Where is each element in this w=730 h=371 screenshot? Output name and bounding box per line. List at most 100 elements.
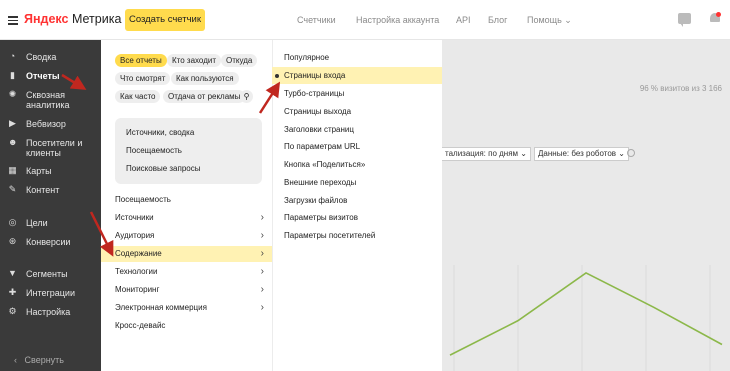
card-link-attendance[interactable]: Посещаемость (126, 146, 182, 155)
sidebar-item-label: Настройка (26, 307, 71, 317)
card-link-search-queries[interactable]: Поисковые запросы (126, 164, 200, 173)
top-header: Яндекс Метрика Создать счетчик Счетчики … (0, 0, 730, 40)
chevron-right-icon: › (260, 230, 264, 241)
chip-how-used[interactable]: Как пользуются (171, 72, 239, 85)
detail-dropdown[interactable]: тализация: по дням ⌄ (442, 147, 531, 161)
chevron-right-icon: › (260, 248, 264, 259)
sidebar-collapse-label: Свернуть (24, 355, 64, 365)
chevron-down-icon: ⌄ (618, 149, 625, 158)
menu-row-cross-device[interactable]: Кросс-девайс (101, 318, 272, 334)
search-icon[interactable]: ⚲ (240, 90, 253, 103)
chevron-left-icon: ‹ (14, 355, 17, 365)
nav-link-account-settings[interactable]: Настройка аккаунта (356, 15, 439, 25)
menu-row-audience[interactable]: Аудитория › (101, 228, 272, 244)
sidebar-collapse-button[interactable]: ‹ Свернуть (14, 355, 64, 365)
logo-product: Метрика (71, 12, 122, 26)
sidebar-item-label: Посетители и клиенты (26, 138, 83, 158)
hamburger-menu-icon[interactable] (8, 16, 18, 25)
submenu-item-file-downloads[interactable]: Загрузки файлов (272, 192, 442, 209)
sidebar-item-label: Контент (26, 185, 60, 195)
notification-bell-icon[interactable] (710, 12, 721, 24)
logo-brand: Яндекс (24, 12, 69, 26)
menu-row-monitoring[interactable]: Мониторинг › (101, 282, 272, 298)
end-to-end-analytics-icon: ✺ (8, 89, 17, 99)
sidebar-item-label: Сегменты (26, 269, 68, 279)
chevron-down-icon: ⌄ (561, 15, 572, 25)
submenu-item-popular[interactable]: Популярное (272, 49, 442, 66)
submenu-item-label: Страницы выхода (284, 107, 352, 116)
menu-row-content[interactable]: Содержание › (101, 246, 272, 262)
chart-series-line (449, 272, 723, 356)
nav-help-label: Помощь (527, 15, 562, 25)
menu-row-label: Электронная коммерция (115, 303, 207, 312)
bar-chart-icon: ▮ (10, 70, 15, 80)
submenu-item-label: Внешние переходы (284, 178, 357, 187)
submenu-item-entry-pages[interactable]: Страницы входа (272, 67, 442, 84)
submenu-item-label: Турбо-страницы (284, 89, 345, 98)
chat-icon[interactable] (678, 13, 691, 27)
active-dot-icon (275, 74, 279, 78)
submenu-item-label: По параметрам URL (284, 142, 361, 151)
chip-what-viewed[interactable]: Что смотрят (115, 72, 171, 85)
visits-sample-text: 96 % визитов из 3 166 (639, 84, 722, 93)
sidebar-item-label: Цели (26, 218, 48, 228)
submenu-item-label: Параметры визитов (284, 213, 358, 222)
submenu-item-label: Заголовки страниц (284, 125, 354, 134)
sidebar-item-label: Вебвизор (26, 119, 66, 129)
menu-row-label: Источники (115, 213, 154, 222)
submenu-item-label: Страницы входа (284, 71, 346, 80)
info-icon[interactable] (627, 149, 635, 157)
chevron-right-icon: › (260, 302, 264, 313)
sidebar-item-label: Отчеты (26, 71, 60, 81)
data-dropdown[interactable]: Данные: без роботов ⌄ (534, 147, 629, 161)
sidebar-item-label: Конверсии (26, 237, 71, 247)
target-icon: ◎ (8, 217, 17, 227)
chip-how-often[interactable]: Как часто (115, 90, 161, 103)
nav-link-api[interactable]: API (456, 15, 471, 25)
menu-row-label: Мониторинг (115, 285, 160, 294)
submenu-item-visit-params[interactable]: Параметры визитов (272, 209, 442, 226)
sidebar-item-label: Карты (26, 166, 52, 176)
menu-row-label: Аудитория (115, 231, 155, 240)
chevron-down-icon: ⌄ (520, 149, 527, 158)
conversion-icon: ⊛ (8, 236, 17, 246)
detail-dropdown-label: тализация: по дням (445, 149, 519, 158)
dashboard-icon: ◔ (9, 51, 16, 61)
sidebar-item-label: Интеграции (26, 288, 75, 298)
logo[interactable]: Яндекс Метрика (24, 12, 121, 26)
puzzle-icon: ✚ (8, 287, 17, 297)
menu-row-label: Кросс-девайс (115, 321, 166, 330)
chip-where-from[interactable]: Откуда (221, 54, 258, 67)
chip-ad-return[interactable]: Отдача от рекламы (163, 90, 246, 103)
submenu-item-turbo-pages[interactable]: Турбо-страницы (272, 85, 442, 102)
create-counter-button[interactable]: Создать счетчик (125, 9, 205, 31)
sidebar-item-label: Сводка (26, 52, 57, 62)
chevron-right-icon: › (260, 212, 264, 223)
submenu-item-external-links[interactable]: Внешние переходы (272, 174, 442, 191)
nav-link-blog[interactable]: Блог (488, 15, 507, 25)
gear-icon: ⚙ (8, 306, 17, 316)
chip-all-reports[interactable]: Все отчеты (115, 54, 167, 67)
menu-row-attendance[interactable]: Посещаемость (101, 192, 272, 208)
chip-who-visits[interactable]: Кто заходит (167, 54, 222, 67)
report-page-backdrop: 96 % визитов из 3 166 тализация: по дням… (442, 40, 730, 371)
menu-row-label: Посещаемость (115, 195, 171, 204)
menu-row-label: Технологии (115, 267, 158, 276)
filter-icon: ▼ (8, 268, 17, 278)
chevron-right-icon: › (260, 266, 264, 277)
card-link-sources-summary[interactable]: Источники, сводка (126, 128, 194, 137)
submenu-item-page-titles[interactable]: Заголовки страниц (272, 121, 442, 138)
submenu-item-share-button[interactable]: Кнопка «Поделиться» (272, 156, 442, 173)
menu-row-ecommerce[interactable]: Электронная коммерция › (101, 300, 272, 316)
menu-row-technologies[interactable]: Технологии › (101, 264, 272, 280)
submenu-item-url-params[interactable]: По параметрам URL (272, 138, 442, 155)
submenu-item-label: Параметры посетителей (284, 231, 376, 240)
map-icon: ▦ (8, 165, 17, 175)
menu-row-sources[interactable]: Источники › (101, 210, 272, 226)
pen-icon: ✎ (8, 184, 17, 194)
nav-link-help[interactable]: Помощь ⌄ (527, 15, 572, 26)
nav-link-counters[interactable]: Счетчики (297, 15, 336, 25)
submenu-item-visitor-params[interactable]: Параметры посетителей (272, 227, 442, 244)
submenu-item-exit-pages[interactable]: Страницы выхода (272, 103, 442, 120)
data-dropdown-label: Данные: без роботов (538, 149, 617, 158)
